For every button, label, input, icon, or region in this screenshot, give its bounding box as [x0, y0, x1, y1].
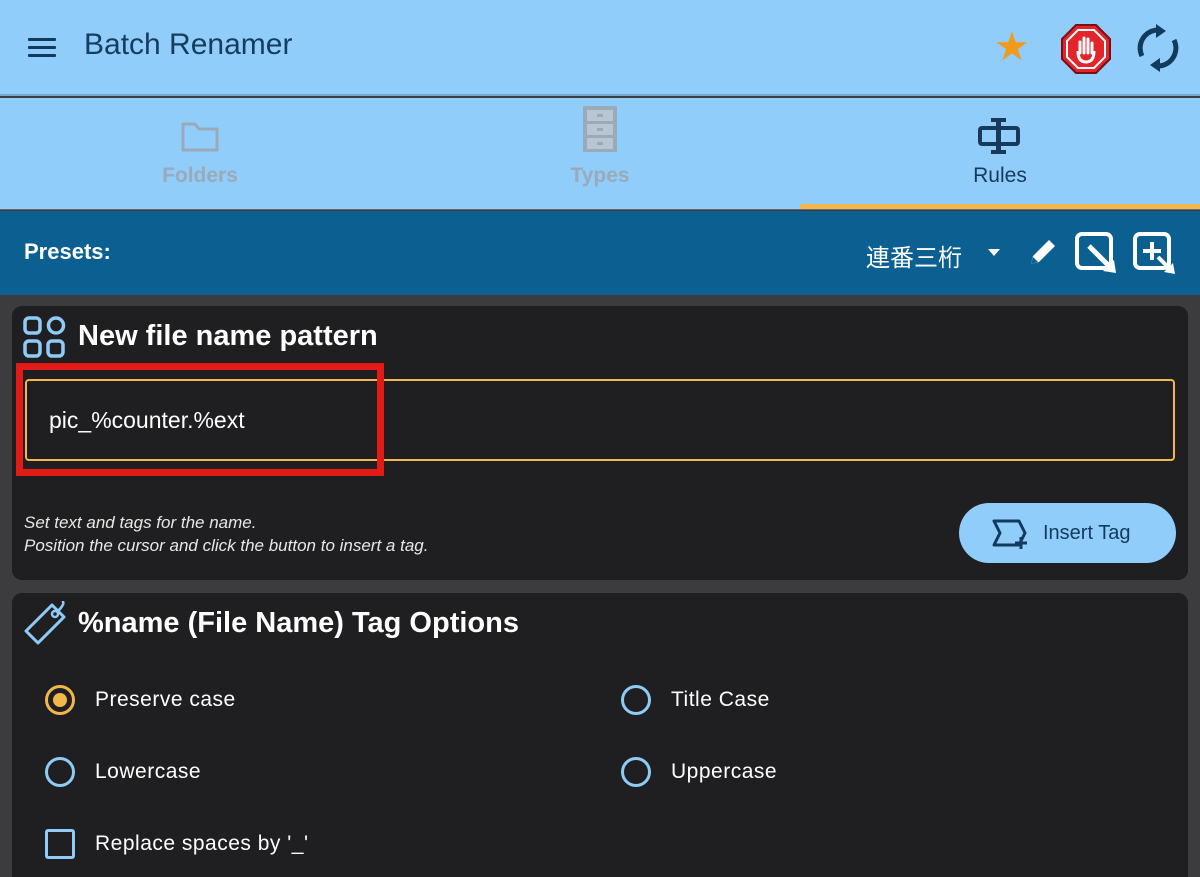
app-title: Batch Renamer: [84, 28, 293, 61]
label-title-case: Title Case: [671, 688, 770, 711]
save-preset-icon[interactable]: [1074, 231, 1118, 275]
option-preserve-case[interactable]: Preserve case: [45, 685, 236, 715]
label-lowercase: Lowercase: [95, 760, 202, 783]
tab-label-folders: Folders: [162, 164, 238, 187]
preset-select[interactable]: 連番三桁: [866, 238, 962, 273]
tab-rules[interactable]: Rules: [800, 98, 1200, 210]
app-bar: Batch Renamer ★: [0, 0, 1200, 96]
menu-icon[interactable]: [28, 38, 56, 58]
radio-uppercase[interactable]: [621, 757, 651, 787]
grid-icon: [23, 316, 66, 358]
folder-icon: [181, 122, 219, 152]
tab-label-rules: Rules: [973, 164, 1027, 187]
help-line-2: Position the cursor and click the button…: [24, 536, 429, 555]
label-uppercase: Uppercase: [671, 760, 778, 783]
active-tab-indicator: [800, 204, 1200, 209]
pattern-help: Set text and tags for the name. Position…: [24, 511, 428, 557]
help-line-1: Set text and tags for the name.: [24, 513, 257, 532]
pattern-title: New file name pattern: [78, 320, 378, 352]
radio-lowercase[interactable]: [45, 757, 75, 787]
tab-label-types: Types: [570, 164, 630, 187]
stop-hand-icon[interactable]: [1060, 23, 1112, 75]
name-options-title: %name (File Name) Tag Options: [78, 607, 519, 639]
tab-types[interactable]: Types: [400, 98, 800, 210]
insert-tag-icon: [992, 519, 1027, 549]
tag-icon: [24, 601, 66, 645]
pattern-input[interactable]: [25, 379, 1175, 461]
pattern-card: New file name pattern Set text and tags …: [12, 306, 1188, 580]
tab-folders[interactable]: Folders: [0, 98, 400, 210]
sync-icon[interactable]: [1134, 24, 1182, 72]
presets-label: Presets:: [24, 239, 111, 264]
option-lowercase[interactable]: Lowercase: [45, 757, 201, 787]
rules-icon: [978, 118, 1020, 154]
star-icon[interactable]: ★: [994, 27, 1030, 67]
name-options-card: %name (File Name) Tag Options Preserve c…: [12, 593, 1188, 877]
cabinet-icon: [583, 106, 617, 152]
label-preserve-case: Preserve case: [95, 688, 236, 711]
edit-preset-icon[interactable]: [1026, 235, 1060, 269]
tab-bar: Folders Types Rules: [0, 98, 1200, 210]
option-uppercase[interactable]: Uppercase: [621, 757, 777, 787]
insert-tag-label: Insert Tag: [1043, 522, 1131, 544]
insert-tag-button[interactable]: Insert Tag: [959, 503, 1176, 563]
presets-bar: Presets: 連番三桁: [0, 211, 1200, 295]
radio-title-case[interactable]: [621, 685, 651, 715]
radio-preserve-case[interactable]: [45, 685, 75, 715]
option-title-case[interactable]: Title Case: [621, 685, 770, 715]
add-preset-icon[interactable]: [1132, 231, 1176, 275]
checkbox-replace-spaces[interactable]: [45, 829, 75, 859]
dropdown-arrow-icon[interactable]: [988, 249, 1000, 256]
label-replace-spaces: Replace spaces by '_': [95, 832, 309, 855]
option-replace-spaces[interactable]: Replace spaces by '_': [45, 829, 308, 859]
